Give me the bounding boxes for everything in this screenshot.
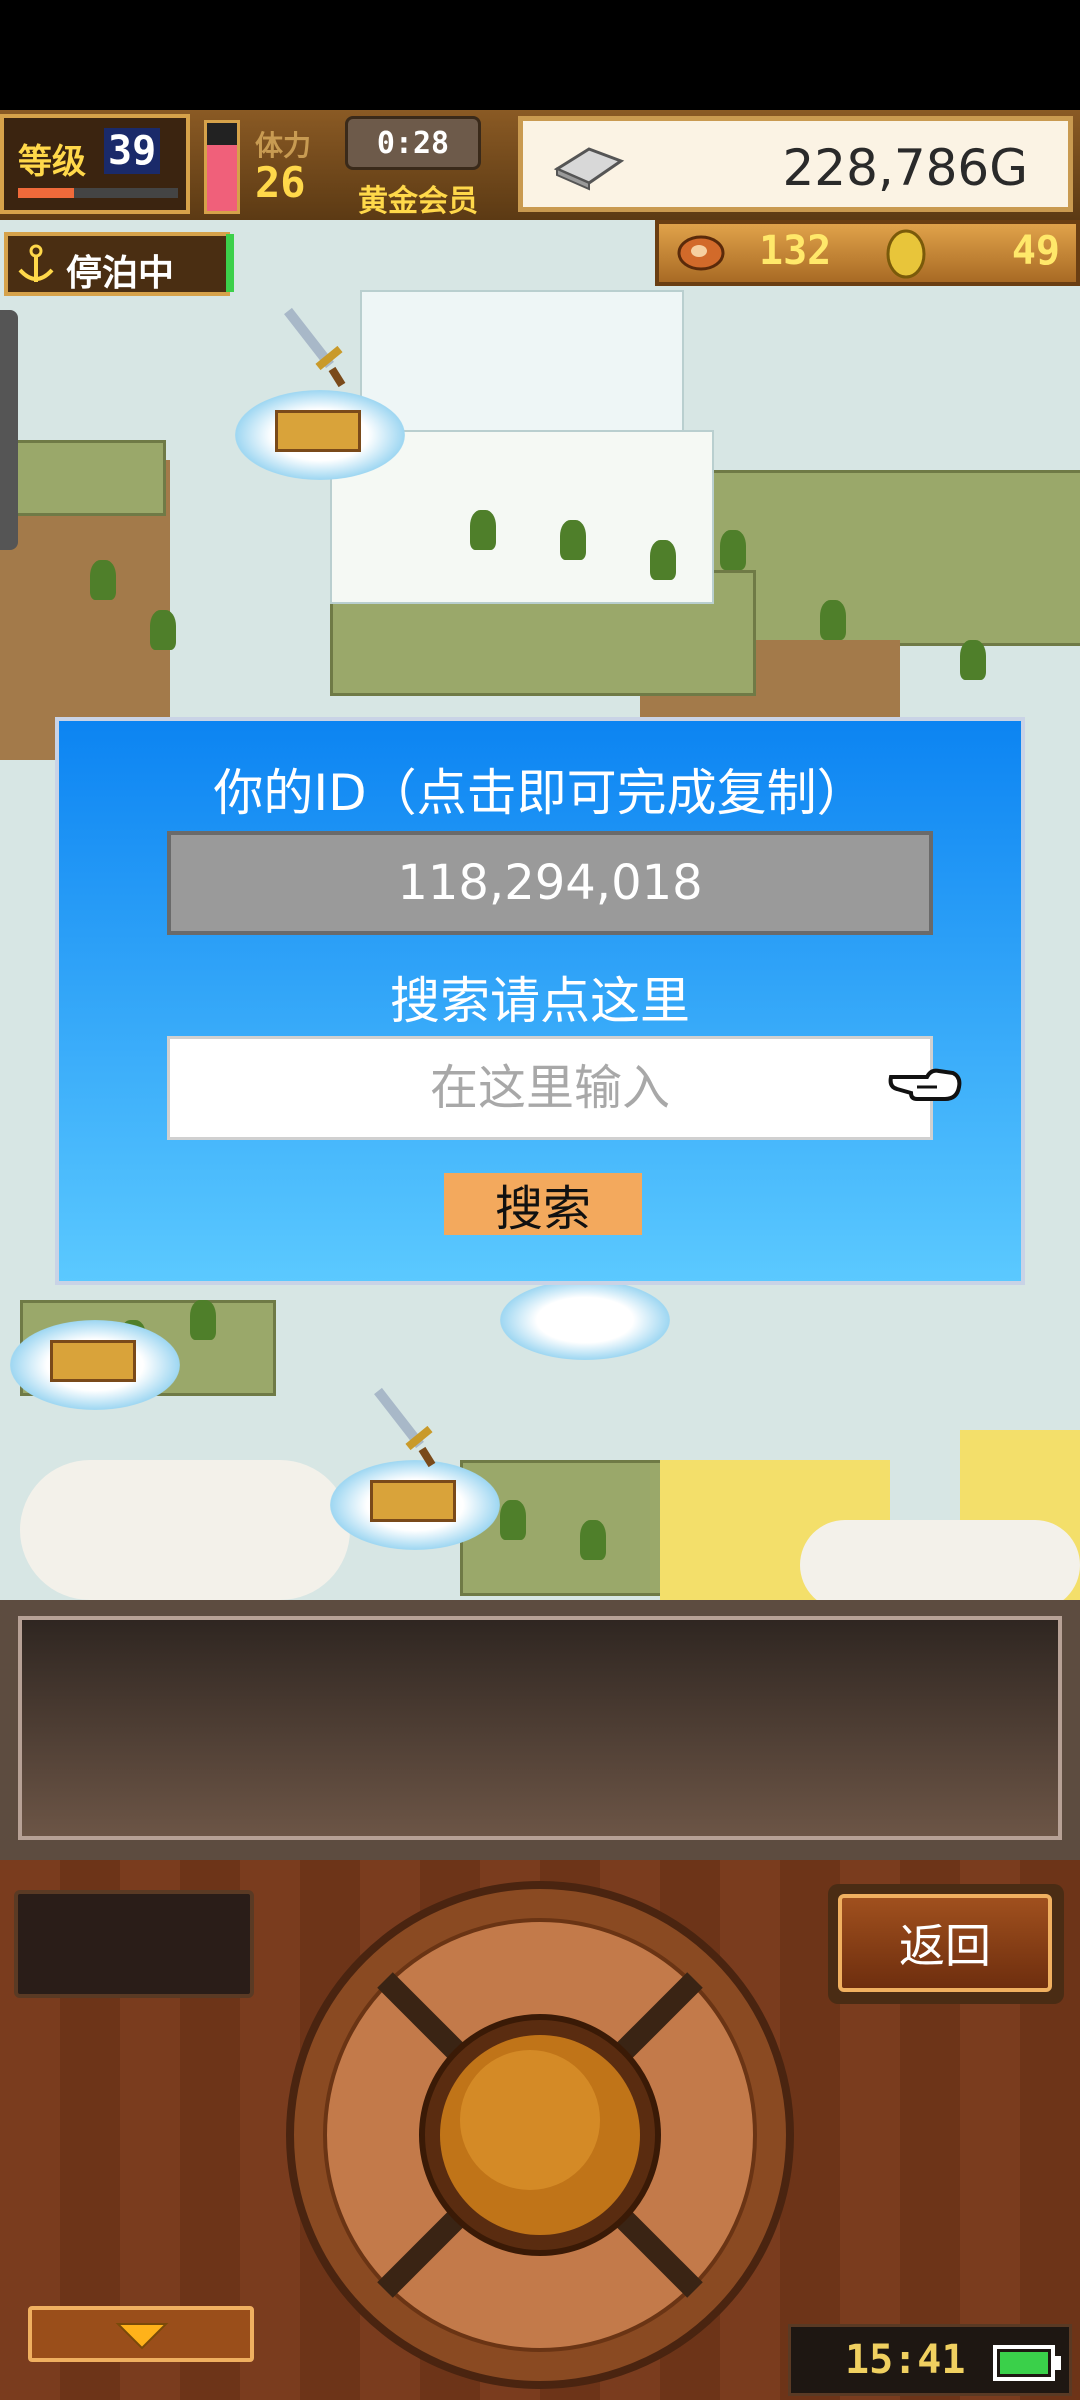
dungeon-marker[interactable] bbox=[500, 1280, 670, 1360]
level-label: 等级 bbox=[18, 142, 86, 182]
back-button[interactable]: 返回 bbox=[838, 1894, 1052, 1992]
medal-icon bbox=[886, 229, 926, 279]
side-drawer-handle[interactable] bbox=[0, 310, 18, 550]
campfire-tile bbox=[275, 410, 361, 452]
player-id-value: 118,294,018 bbox=[397, 855, 703, 911]
dock-status-text: 停泊中 bbox=[66, 253, 175, 294]
campfire-tile bbox=[370, 1480, 456, 1522]
membership-badge[interactable]: 黄金会员 bbox=[358, 176, 478, 220]
battery-icon bbox=[993, 2345, 1061, 2381]
status-indicator bbox=[226, 234, 234, 292]
top-hud: 等级 39 体力 26 0:28 黄金会员 228,786G bbox=[0, 110, 1080, 224]
level-plate[interactable]: 等级 39 bbox=[0, 114, 190, 214]
search-button[interactable]: 搜索 bbox=[444, 1173, 642, 1237]
campfire-tile bbox=[50, 1340, 136, 1382]
status-bar bbox=[0, 0, 1080, 110]
friend-search-dialog: 你的ID（点击即可完成复制） 118,294,018 搜索请点这里 搜索 bbox=[55, 717, 1025, 1285]
gold-amount: 228,786G bbox=[782, 139, 1028, 197]
empty-slot bbox=[14, 1890, 254, 1998]
gold-panel[interactable]: 228,786G bbox=[518, 116, 1073, 212]
clock-panel: 15:41 bbox=[788, 2324, 1072, 2396]
menu-toggle-button[interactable] bbox=[28, 2306, 254, 2362]
sword-icon bbox=[284, 307, 346, 388]
search-title: 搜索请点这里 bbox=[390, 972, 690, 1030]
id-title: 你的ID（点击即可完成复制） bbox=[213, 764, 867, 822]
anchor-icon bbox=[18, 244, 54, 282]
stamina-gauge-fill bbox=[207, 145, 237, 211]
sword-icon bbox=[374, 1387, 436, 1468]
search-input[interactable] bbox=[167, 1036, 933, 1140]
dock-status-plate[interactable]: 停泊中 bbox=[4, 232, 230, 296]
gold-bar-icon bbox=[553, 147, 625, 191]
resource-plate: 132 49 bbox=[655, 220, 1080, 286]
meat-icon bbox=[677, 235, 725, 271]
message-screen bbox=[18, 1616, 1062, 1840]
player-id-box[interactable]: 118,294,018 bbox=[167, 831, 933, 935]
control-pad-area: 返回 15:41 bbox=[0, 1860, 1080, 2400]
stamina-gauge bbox=[204, 120, 240, 214]
stamina-timer: 0:28 bbox=[345, 116, 481, 170]
joystick[interactable] bbox=[285, 1880, 795, 2390]
level-value: 39 bbox=[104, 128, 161, 174]
pointing-hand-icon bbox=[888, 1068, 962, 1101]
exp-bar-fill bbox=[18, 188, 74, 198]
clock-text: 15:41 bbox=[845, 2337, 966, 2383]
food-count: 132 bbox=[759, 228, 832, 274]
chevron-down-icon bbox=[115, 2323, 169, 2350]
exp-bar bbox=[18, 188, 178, 198]
medal-count: 49 bbox=[1011, 228, 1060, 274]
stamina-value: 26 bbox=[255, 158, 306, 207]
